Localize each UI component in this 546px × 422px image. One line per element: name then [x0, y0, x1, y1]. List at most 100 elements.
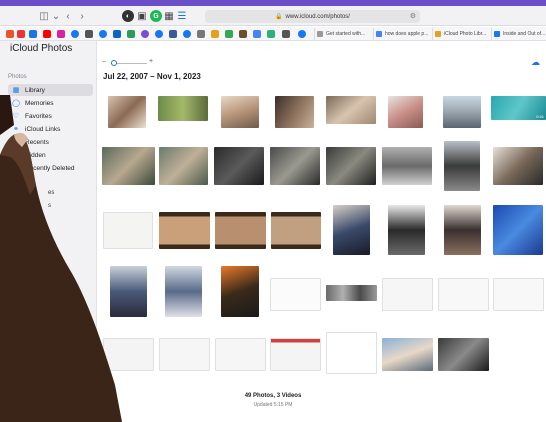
- bookmark-tab-label: how does apple p...: [385, 31, 429, 37]
- sidebar-item-icloud-links[interactable]: ⚭ iCloud Links: [8, 123, 93, 135]
- instagram-icon[interactable]: [57, 30, 65, 38]
- photo-thumbnail[interactable]: [326, 147, 376, 185]
- chevron-down-icon[interactable]: ⌄: [50, 10, 62, 22]
- sidebar-item-partial[interactable]: es: [48, 190, 54, 196]
- back-icon[interactable]: ‹: [62, 10, 74, 22]
- photo-thumbnail[interactable]: [382, 338, 433, 371]
- youtube-icon[interactable]: [43, 30, 51, 38]
- translate-icon[interactable]: ⚙: [410, 12, 416, 20]
- photo-thumbnail[interactable]: [102, 147, 155, 185]
- photo-thumbnail[interactable]: [270, 147, 320, 185]
- screenshot-thumbnail[interactable]: [270, 338, 321, 371]
- photo-thumbnail[interactable]: [493, 205, 543, 255]
- address-bar[interactable]: 🔒 www.icloud.com/photos/ ⚙: [205, 10, 420, 23]
- sidebar-item-label: Hidden: [25, 151, 46, 159]
- photo-thumbnail[interactable]: [110, 266, 147, 317]
- extension-icon[interactable]: ▦: [163, 10, 175, 22]
- bookmark-favicon-icon[interactable]: [85, 30, 93, 38]
- screenshot-thumbnail[interactable]: [103, 338, 154, 371]
- forward-icon[interactable]: ›: [76, 10, 88, 22]
- bookmark-favicon-icon[interactable]: [253, 30, 261, 38]
- photo-thumbnail[interactable]: [388, 96, 423, 128]
- photo-thumbnail[interactable]: [215, 212, 266, 249]
- messenger-icon[interactable]: [155, 30, 163, 38]
- photo-thumbnail[interactable]: [326, 285, 377, 301]
- sidebar-item-recently-deleted[interactable]: ⌫ Recently Deleted: [8, 162, 93, 174]
- grammarly-icon[interactable]: G: [150, 10, 162, 22]
- photo-thumbnail[interactable]: [444, 141, 480, 191]
- photo-thumbnail[interactable]: [493, 147, 543, 185]
- facebook-icon[interactable]: [71, 30, 79, 38]
- section-label: Photos: [8, 74, 27, 80]
- bookmark-favicon-icon[interactable]: [225, 30, 233, 38]
- bookmark-favicon-icon[interactable]: [239, 30, 247, 38]
- photo-thumbnail[interactable]: [326, 96, 376, 124]
- photo-thumbnail[interactable]: [214, 147, 264, 185]
- facebook-icon[interactable]: [298, 30, 306, 38]
- bookmark-favicon-icon[interactable]: [211, 30, 219, 38]
- screenshot-thumbnail[interactable]: [438, 278, 489, 311]
- photo-thumbnail[interactable]: [438, 338, 489, 371]
- photo-thumbnail[interactable]: [159, 212, 210, 249]
- bookmark-favicon-icon[interactable]: [141, 30, 149, 38]
- bookmark-tab[interactable]: Get started with...: [314, 28, 372, 40]
- sidebar-item-label: Memories: [25, 99, 54, 107]
- photo-thumbnail[interactable]: [271, 212, 321, 249]
- photo-thumbnail[interactable]: [158, 96, 208, 121]
- facebook-icon[interactable]: [183, 30, 191, 38]
- photo-thumbnail[interactable]: [382, 147, 432, 185]
- bookmark-favicon-icon[interactable]: [17, 30, 25, 38]
- sidebar-item-label: iCloud Links: [25, 125, 61, 133]
- photo-thumbnail[interactable]: [444, 205, 481, 255]
- zoom-out-button[interactable]: −: [102, 59, 106, 66]
- reader-icon[interactable]: ▣: [136, 10, 148, 22]
- sidebar-item-favorites[interactable]: ♡ Favorites: [8, 110, 93, 122]
- sidebar-item-recents[interactable]: ◷ Recents: [8, 136, 93, 148]
- screenshot-thumbnail[interactable]: [326, 332, 377, 374]
- sidebar-item-memories[interactable]: ◯ Memories: [8, 97, 93, 109]
- video-thumbnail[interactable]: 0:41: [491, 96, 546, 120]
- layers-icon[interactable]: ☰: [176, 10, 188, 22]
- apple-icon[interactable]: [282, 30, 290, 38]
- photo-thumbnail[interactable]: [275, 96, 314, 128]
- screenshot-thumbnail[interactable]: [493, 278, 544, 311]
- document-thumbnail[interactable]: [103, 212, 153, 249]
- sidebar-item-label: Library: [25, 86, 45, 94]
- bookmark-tab[interactable]: iCloud Photo Libr...: [432, 28, 490, 40]
- photo-thumbnail[interactable]: [333, 205, 370, 255]
- library-summary: 49 Photos, 3 Videos: [244, 393, 302, 399]
- bookmark-favicon-icon: [376, 31, 382, 37]
- bookmark-favicon-icon[interactable]: [169, 30, 177, 38]
- bookmark-favicon-icon[interactable]: [197, 30, 205, 38]
- facebook-icon[interactable]: [99, 30, 107, 38]
- screenshot-thumbnail[interactable]: [159, 338, 210, 371]
- linkedin-icon[interactable]: [113, 30, 121, 38]
- photo-thumbnail[interactable]: [443, 96, 481, 128]
- bookmark-favicon-icon[interactable]: [6, 30, 14, 38]
- photo-thumbnail[interactable]: [221, 266, 259, 317]
- app-title: iCloud Photos: [10, 43, 73, 54]
- photo-thumbnail[interactable]: [108, 96, 146, 128]
- screenshot-thumbnail[interactable]: [215, 338, 266, 371]
- zoom-in-button[interactable]: +: [149, 58, 153, 65]
- screenshot-thumbnail[interactable]: [382, 278, 433, 311]
- bookmark-tab[interactable]: Inside and Out of...: [491, 28, 546, 40]
- bookmark-favicon-icon[interactable]: [29, 30, 37, 38]
- bookmark-favicon-icon[interactable]: [267, 30, 275, 38]
- sidebar-item-hidden[interactable]: ◉ Hidden: [8, 149, 93, 161]
- sidebar-toggle-icon[interactable]: ◫: [38, 10, 50, 22]
- photo-thumbnail[interactable]: [159, 147, 208, 185]
- screenshot-thumbnail[interactable]: [270, 278, 321, 311]
- bookmark-favicon-icon[interactable]: [127, 30, 135, 38]
- sidebar-item-library[interactable]: ▦ Library: [8, 84, 93, 96]
- photo-thumbnail[interactable]: [221, 96, 259, 128]
- bookmark-tab-label: iCloud Photo Libr...: [444, 31, 487, 37]
- photo-thumbnail[interactable]: [165, 266, 202, 317]
- zoom-slider-knob[interactable]: [111, 60, 117, 66]
- photo-thumbnail[interactable]: [388, 205, 425, 255]
- trash-icon: ⌫: [12, 165, 22, 172]
- upload-cloud-icon[interactable]: ☁: [531, 57, 540, 68]
- privacy-icon[interactable]: ◐: [122, 10, 134, 22]
- bookmark-tab[interactable]: how does apple p...: [373, 28, 431, 40]
- sidebar-item-partial[interactable]: s: [48, 203, 51, 209]
